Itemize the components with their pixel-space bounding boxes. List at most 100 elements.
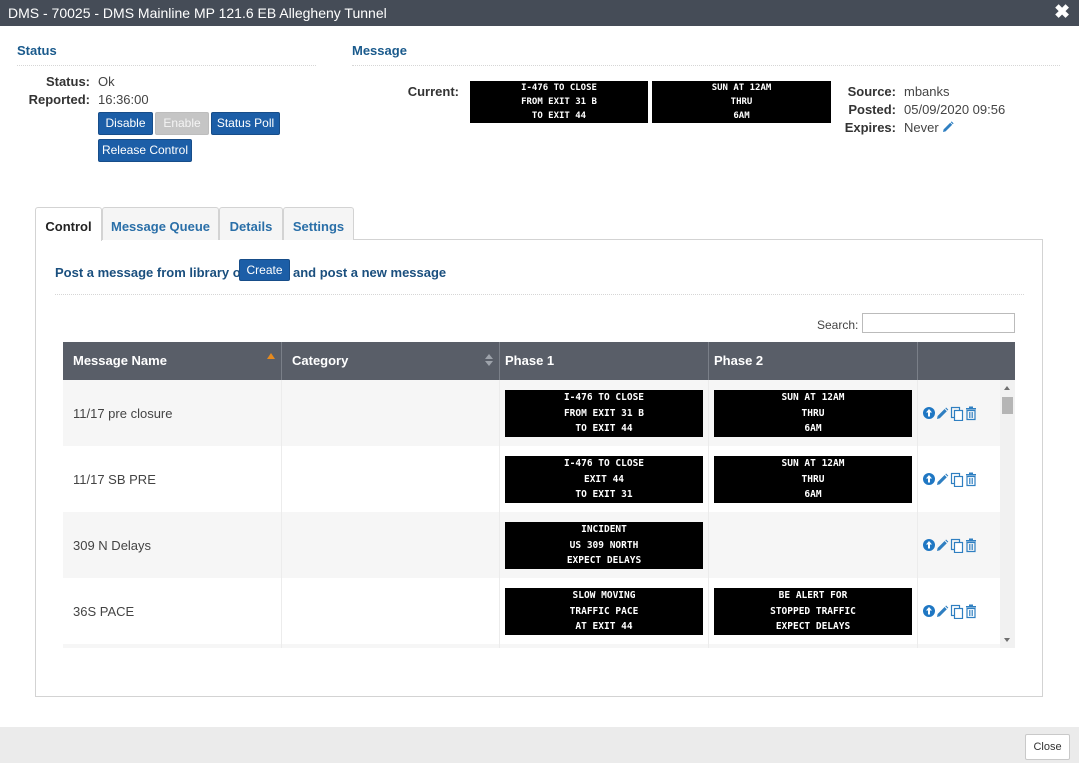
tab-details[interactable]: Details <box>219 207 283 240</box>
sort-ascending-icon <box>267 353 275 359</box>
status-divider <box>17 65 316 66</box>
post-upload-icon[interactable] <box>923 605 935 617</box>
search-label: Search: <box>817 318 859 332</box>
column-header-phase2: Phase 2 <box>709 342 918 380</box>
search-input[interactable] <box>862 313 1015 333</box>
column-header-phase1: Phase 1 <box>500 342 709 380</box>
table-row[interactable] <box>63 644 1000 648</box>
phase2-cell: SUN AT 12AM THRU 6AM <box>709 446 918 512</box>
current-label: Current: <box>407 84 459 99</box>
name-cell: 11/17 SB PRE <box>63 446 282 512</box>
message-divider <box>352 65 1060 66</box>
scroll-down-arrow-icon[interactable] <box>1004 638 1010 642</box>
phase2-cell: BE ALERT FOR STOPPED TRAFFIC EXPECT DELA… <box>709 578 918 644</box>
release-control-button[interactable]: Release Control <box>98 139 192 162</box>
row-actions <box>922 537 992 554</box>
copy-icon[interactable] <box>950 406 964 422</box>
status-heading: Status <box>17 43 57 58</box>
delete-trash-icon[interactable] <box>966 604 976 619</box>
column-header-category[interactable]: Category <box>282 342 500 380</box>
sign-line: FROM EXIT 31 B <box>521 97 597 107</box>
row-actions <box>922 471 992 488</box>
sign-line: SUN AT 12AM <box>711 83 772 93</box>
message-name: 11/17 pre closure <box>73 406 173 421</box>
create-button[interactable]: Create <box>239 259 290 281</box>
table-row[interactable]: 36S PACE SLOW MOVING TRAFFIC PACE AT EXI… <box>63 578 1000 644</box>
status-poll-button[interactable]: Status Poll <box>211 112 280 135</box>
sign-line: I-476 TO CLOSE <box>521 83 597 93</box>
row-actions <box>922 405 992 422</box>
table-row[interactable]: 11/17 pre closure I-476 TO CLOSE FROM EX… <box>63 380 1000 446</box>
phase2-cell: SUN AT 12AM THRU 6AM <box>709 380 918 446</box>
post-prefix-text: Post a message from library or <box>55 265 246 280</box>
sign-line: TO EXIT 44 <box>575 423 633 435</box>
delete-trash-icon[interactable] <box>966 538 976 553</box>
phase2-cell <box>709 644 918 648</box>
close-button[interactable]: Close <box>1025 734 1070 760</box>
edit-pencil-icon[interactable] <box>937 473 949 486</box>
post-upload-icon[interactable] <box>923 407 935 419</box>
sign-line: FROM EXIT 31 B <box>563 407 645 419</box>
sign-line: AT EXIT 44 <box>575 621 633 633</box>
sort-icon <box>485 354 493 366</box>
edit-pencil-icon[interactable] <box>937 605 949 618</box>
sign-line: EXIT 44 <box>583 473 625 485</box>
sign-line: 6AM <box>804 489 822 501</box>
post-suffix-text: and post a new message <box>293 265 447 280</box>
message-heading: Message <box>352 43 407 58</box>
sign-line: STOPPED TRAFFIC <box>770 605 856 617</box>
table-row[interactable]: 309 N Delays INCIDENT US 309 NORTH EXPEC… <box>63 512 1000 578</box>
edit-expiry-pencil-icon[interactable] <box>942 121 954 136</box>
phase2-sign: SUN AT 12AM THRU 6AM <box>714 456 912 503</box>
sign-line: SUN AT 12AM <box>781 392 845 404</box>
scroll-up-arrow-icon[interactable] <box>1004 386 1010 390</box>
sign-line: TO EXIT 44 <box>531 111 587 121</box>
source-label: Source: <box>847 84 896 99</box>
phase1-sign: I-476 TO CLOSE EXIT 44 TO EXIT 31 <box>505 456 703 503</box>
sign-line: THRU <box>801 473 825 485</box>
copy-icon[interactable] <box>950 472 964 488</box>
scroll-thumb[interactable] <box>1002 397 1013 414</box>
tab-settings[interactable]: Settings <box>283 207 354 240</box>
sign-line: I-476 TO CLOSE <box>563 458 645 470</box>
category-cell <box>282 380 500 446</box>
sign-line: 6AM <box>804 423 822 435</box>
sign-line: SUN AT 12AM <box>781 458 845 470</box>
copy-icon[interactable] <box>950 538 964 554</box>
reported-value: 16:36:00 <box>98 92 149 107</box>
source-value: mbanks <box>904 84 950 99</box>
sign-line: THRU <box>730 97 753 107</box>
message-table: 11/17 pre closure I-476 TO CLOSE FROM EX… <box>63 380 1000 648</box>
tab-message-queue[interactable]: Message Queue <box>102 207 219 240</box>
phase1-sign: INCIDENT US 309 NORTH EXPECT DELAYS <box>505 522 703 569</box>
current-phase2-sign: SUN AT 12AM THRU 6AM <box>652 81 831 123</box>
name-cell <box>63 644 282 648</box>
phase2-sign: BE ALERT FOR STOPPED TRAFFIC EXPECT DELA… <box>714 588 912 635</box>
table-header: Message Name Category Phase 1 Phase 2 <box>63 342 1015 380</box>
phase1-cell: I-476 TO CLOSE EXIT 44 TO EXIT 31 <box>500 446 709 512</box>
sign-line: 6AM <box>733 111 750 121</box>
name-cell: 36S PACE <box>63 578 282 644</box>
table-scrollbar[interactable] <box>1000 380 1015 648</box>
post-upload-icon[interactable] <box>923 539 935 551</box>
close-icon[interactable]: ✖ <box>1054 1 1070 24</box>
table-row[interactable]: 11/17 SB PRE I-476 TO CLOSE EXIT 44 TO E… <box>63 446 1000 512</box>
edit-pencil-icon[interactable] <box>937 539 949 552</box>
delete-trash-icon[interactable] <box>966 472 976 487</box>
column-header-actions <box>918 342 1015 380</box>
expires-label: Expires: <box>844 120 896 135</box>
delete-trash-icon[interactable] <box>966 406 976 421</box>
column-header-message-name[interactable]: Message Name <box>63 342 282 380</box>
post-upload-icon[interactable] <box>923 473 935 485</box>
post-divider <box>55 294 1024 295</box>
post-message-line: Post a message from library or <box>55 265 246 280</box>
disable-button[interactable]: Disable <box>98 112 153 135</box>
tab-control[interactable]: Control <box>35 207 102 241</box>
posted-label: Posted: <box>848 102 896 117</box>
sign-line: THRU <box>801 407 825 419</box>
edit-pencil-icon[interactable] <box>937 407 949 420</box>
sign-line: BE ALERT FOR <box>778 590 848 602</box>
copy-icon[interactable] <box>950 604 964 620</box>
sign-line: I-476 TO CLOSE <box>563 392 645 404</box>
phase1-cell: I-476 TO CLOSE FROM EXIT 31 B TO EXIT 44 <box>500 380 709 446</box>
